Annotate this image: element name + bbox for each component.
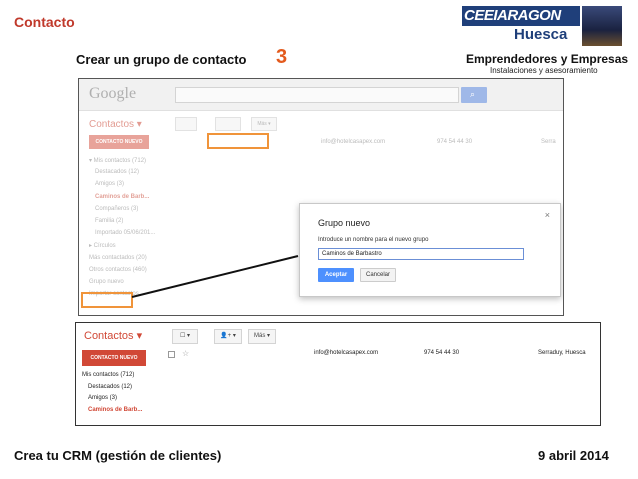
add-to-group-button[interactable]: 👤+ ▾ (214, 329, 242, 344)
star-icon[interactable]: ☆ (182, 349, 189, 358)
more-menu[interactable]: Más ▾ (248, 329, 276, 344)
sidebar-item[interactable]: Caminos de Barb... (88, 407, 142, 413)
sidebar-item[interactable]: Mis contactos (712) (82, 372, 134, 378)
footer-date: 9 abril 2014 (538, 448, 609, 463)
row-checkbox[interactable] (168, 351, 175, 358)
screenshot-contacts-result: Contactos ▾ ☐ ▾ 👤+ ▾ Más ▾ CONTACTO NUEV… (75, 322, 601, 426)
new-contact-button[interactable]: CONTACTO NUEVO (82, 350, 146, 366)
row-location: Serraduy, Huesca (538, 350, 586, 356)
row-phone: 974 54 44 30 (424, 350, 460, 356)
select-checkbox-menu[interactable]: ☐ ▾ (172, 329, 198, 344)
sidebar-item[interactable]: Amigos (3) (88, 395, 117, 401)
table-row[interactable]: ☆ info@hotelcasapex.com 974 54 44 30 Ser… (166, 349, 596, 360)
footer-topic: Crea tu CRM (gestión de clientes) (14, 448, 222, 463)
sidebar-item[interactable]: Destacados (12) (88, 384, 132, 390)
row-email: info@hotelcasapex.com (314, 350, 379, 356)
contacts-dropdown[interactable]: Contactos ▾ (84, 329, 142, 342)
